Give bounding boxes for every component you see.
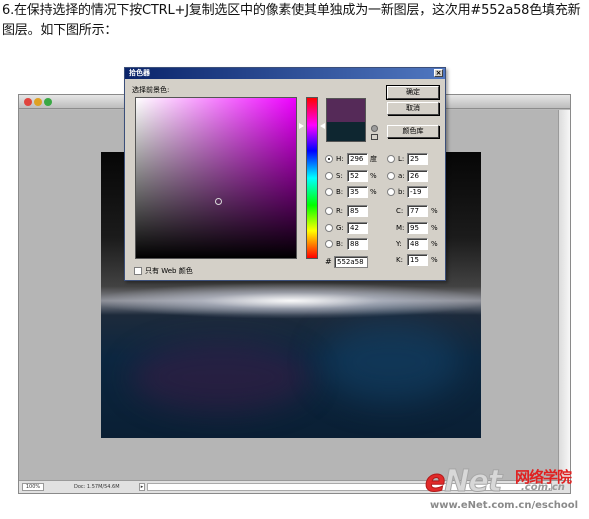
enet-watermark-logo: eNet 网络学院 .com.cn www.eNet.com.cn/eschoo… bbox=[424, 460, 585, 515]
brightness-radio[interactable] bbox=[325, 188, 333, 196]
magenta-field[interactable]: 95 bbox=[407, 222, 428, 234]
green-row: G: 42 bbox=[325, 222, 385, 234]
document-size-info: Doc: 1.57M/54.6M bbox=[74, 484, 120, 490]
blue-field[interactable]: 88 bbox=[347, 238, 368, 250]
hex-row: # 552a58 bbox=[325, 256, 368, 268]
green-field[interactable]: 42 bbox=[347, 222, 368, 234]
blue-row: B: 88 bbox=[325, 238, 385, 250]
logo-wordmark: eNet bbox=[424, 464, 502, 500]
red-label: R: bbox=[336, 207, 344, 215]
instruction-text: 6.在保持选择的情况下按CTRL+J复制选区中的像素使其单独成为一新图层，这次用… bbox=[2, 3, 581, 38]
magenta-unit: % bbox=[431, 224, 438, 232]
saturation-field[interactable]: 52 bbox=[347, 170, 368, 182]
zoom-level-field[interactable]: 100% bbox=[22, 483, 44, 491]
dialog-title: 拾色器 bbox=[125, 68, 445, 79]
black-field[interactable]: 15 bbox=[407, 254, 428, 266]
lab-b-field[interactable]: -19 bbox=[407, 186, 428, 198]
cyan-label: C: bbox=[396, 207, 404, 215]
red-field[interactable]: 85 bbox=[347, 205, 368, 217]
saturation-unit: % bbox=[370, 172, 377, 180]
hue-row: H: 296 度 bbox=[325, 153, 385, 165]
saturation-row: S: 52 % bbox=[325, 170, 385, 182]
status-menu-arrow[interactable]: ▸ bbox=[139, 483, 145, 491]
saturation-radio[interactable] bbox=[325, 172, 333, 180]
brightness-label: B: bbox=[336, 188, 344, 196]
magenta-label: M: bbox=[396, 224, 405, 232]
brightness-field[interactable]: 35 bbox=[347, 186, 368, 198]
blue-radio[interactable] bbox=[325, 240, 333, 248]
saturation-label: S: bbox=[336, 172, 343, 180]
yellow-row: Y: 48 % bbox=[396, 238, 444, 250]
hue-radio[interactable] bbox=[325, 155, 333, 163]
cancel-button[interactable]: 取消 bbox=[387, 102, 439, 115]
lab-a-field[interactable]: 26 bbox=[407, 170, 428, 182]
green-label: G: bbox=[336, 224, 344, 232]
lab-l-label: L: bbox=[398, 155, 405, 163]
ok-button[interactable]: 确定 bbox=[386, 85, 440, 100]
lab-l-row: L: 25 bbox=[387, 153, 442, 165]
saturation-brightness-field[interactable] bbox=[135, 97, 297, 259]
red-row: R: 85 bbox=[325, 205, 385, 217]
web-colors-label: 只有 Web 颜色 bbox=[145, 267, 193, 275]
minimize-window-button[interactable] bbox=[34, 98, 42, 106]
yellow-label: Y: bbox=[396, 240, 402, 248]
lab-b-radio[interactable] bbox=[387, 188, 395, 196]
lab-l-radio[interactable] bbox=[387, 155, 395, 163]
web-colors-checkbox[interactable] bbox=[134, 267, 142, 275]
logo-url: www.eNet.com.cn/eschool bbox=[430, 500, 579, 511]
black-row: K: 15 % bbox=[396, 254, 444, 266]
color-picker-dialog: 拾色器 × 选择前景色: 确定 取消 颜色库 H: 296 度 S: 52 % … bbox=[124, 67, 446, 281]
vertical-scrollbar[interactable] bbox=[558, 110, 570, 480]
hue-slider-left-arrow-icon[interactable] bbox=[299, 123, 304, 130]
lab-b-row: b: -19 bbox=[387, 186, 442, 198]
magenta-row: M: 95 % bbox=[396, 222, 444, 234]
lab-a-label: a: bbox=[398, 172, 405, 180]
hue-unit: 度 bbox=[370, 155, 377, 163]
black-unit: % bbox=[431, 256, 438, 264]
blue-label: B: bbox=[336, 240, 344, 248]
brightness-unit: % bbox=[370, 188, 377, 196]
yellow-field[interactable]: 48 bbox=[407, 238, 428, 250]
hue-label: H: bbox=[336, 155, 344, 163]
lab-l-field[interactable]: 25 bbox=[407, 153, 428, 165]
color-picker-cursor[interactable] bbox=[215, 198, 223, 205]
cyan-unit: % bbox=[431, 207, 438, 215]
web-safe-swatch-icon[interactable] bbox=[371, 134, 378, 140]
lab-a-radio[interactable] bbox=[387, 172, 395, 180]
hue-slider-right-arrow-icon[interactable] bbox=[320, 123, 325, 130]
yellow-unit: % bbox=[431, 240, 438, 248]
cyan-field[interactable]: 77 bbox=[407, 205, 428, 217]
artwork-purple-glow bbox=[131, 342, 311, 412]
gamut-warning-icon[interactable] bbox=[371, 125, 378, 132]
close-window-button[interactable] bbox=[24, 98, 32, 106]
green-radio[interactable] bbox=[325, 224, 333, 232]
current-color-swatch[interactable] bbox=[326, 122, 366, 142]
hex-field[interactable]: 552a58 bbox=[334, 256, 368, 268]
hue-field[interactable]: 296 bbox=[347, 153, 368, 165]
artwork-blue-glow bbox=[321, 322, 461, 402]
logo-domain: .com.cn bbox=[521, 482, 565, 493]
lab-b-label: b: bbox=[398, 188, 405, 196]
foreground-color-label: 选择前景色: bbox=[132, 86, 170, 94]
black-label: K: bbox=[396, 256, 403, 264]
cyan-row: C: 77 % bbox=[396, 205, 444, 217]
hue-slider[interactable] bbox=[306, 97, 318, 259]
red-radio[interactable] bbox=[325, 207, 333, 215]
new-color-swatch bbox=[326, 98, 366, 122]
color-libraries-button[interactable]: 颜色库 bbox=[387, 125, 439, 138]
brightness-row: B: 35 % bbox=[325, 186, 385, 198]
zoom-window-button[interactable] bbox=[44, 98, 52, 106]
close-icon[interactable]: × bbox=[434, 69, 443, 77]
lab-a-row: a: 26 bbox=[387, 170, 442, 182]
hex-label: # bbox=[325, 257, 332, 266]
